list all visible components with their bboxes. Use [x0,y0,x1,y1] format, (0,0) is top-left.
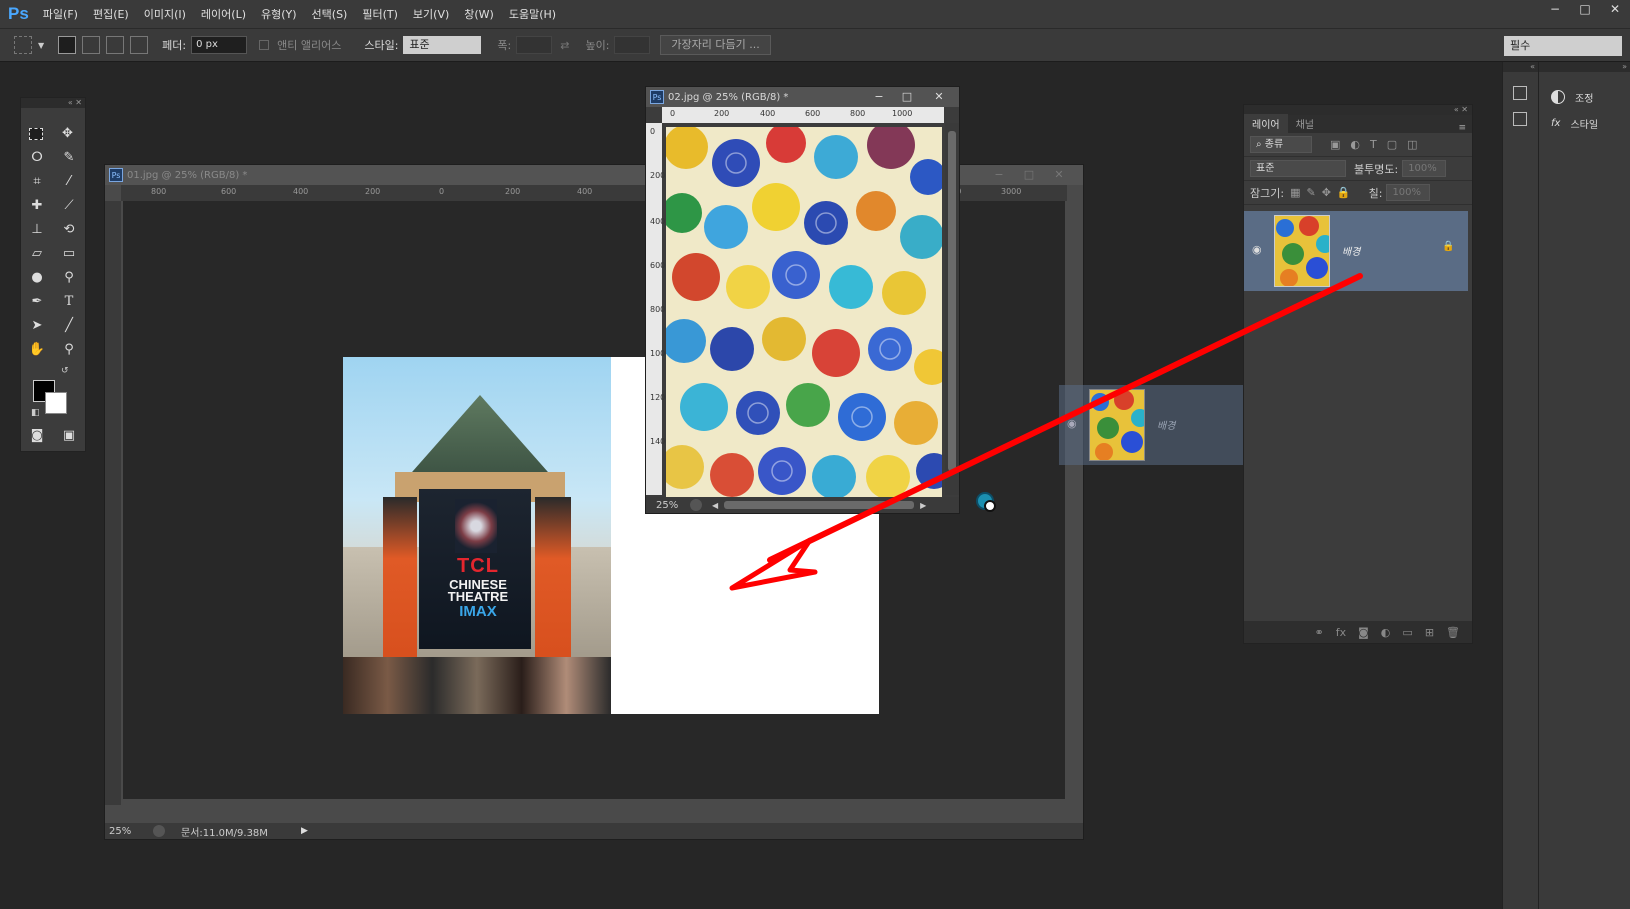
annotation-arrow-overlay [729,273,1363,591]
annotation-arrow-line [767,273,1363,563]
annotation-arrow-head [729,537,818,591]
